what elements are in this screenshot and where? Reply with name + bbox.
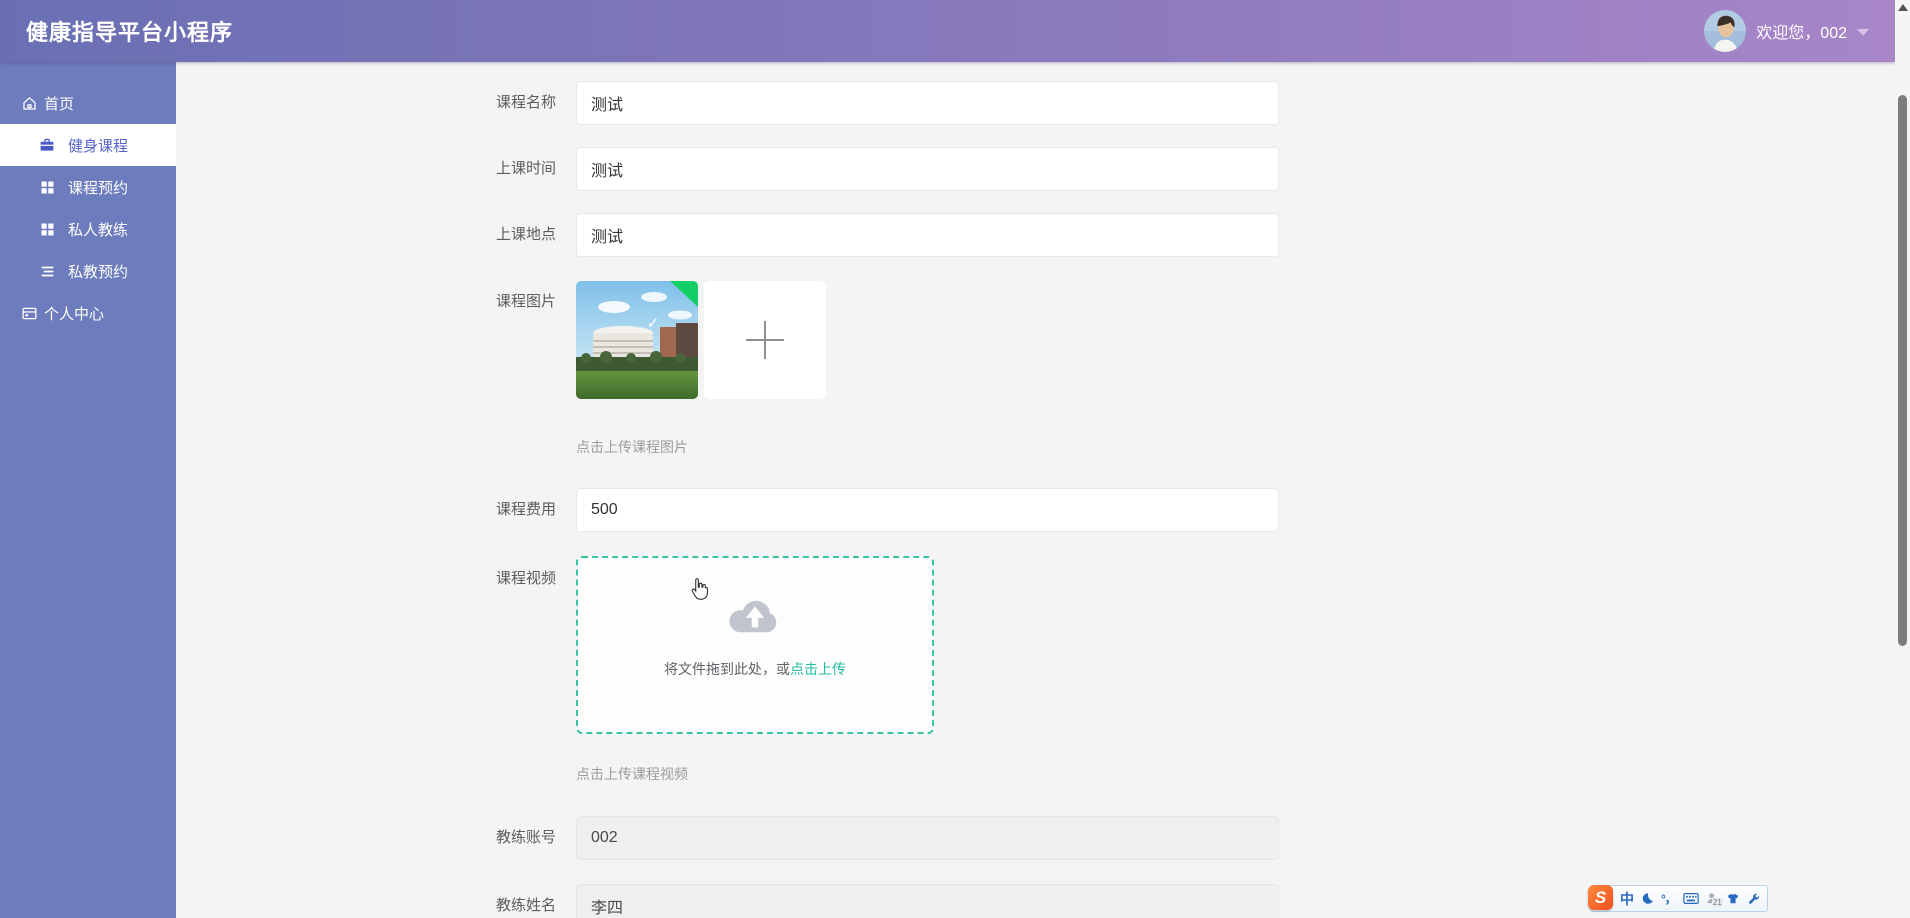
sidebar-item-label: 健身课程: [68, 137, 129, 155]
class-time-label: 上课时间: [495, 160, 556, 177]
sidebar-item-label: 个人中心: [44, 305, 105, 323]
list-icon: [38, 262, 56, 280]
sidebar-item-course-booking[interactable]: 课程预约: [0, 166, 176, 208]
coach-name-label: 教练姓名: [495, 897, 556, 914]
moon-icon[interactable]: [1641, 892, 1654, 905]
sidebar: 首页 健身课程 课程预约 私人教练 私教预约 个人中心: [0, 62, 176, 918]
course-image-thumbnail[interactable]: ✓: [576, 281, 698, 399]
settings-wrench-icon[interactable]: [1747, 892, 1760, 905]
vertical-scrollbar[interactable]: [1895, 0, 1910, 918]
add-image-button[interactable]: [704, 281, 826, 399]
coach-name-input: [576, 884, 1279, 918]
course-fee-input[interactable]: [576, 488, 1279, 532]
sidebar-item-label: 首页: [44, 95, 75, 113]
grid-icon: [38, 220, 56, 238]
click-upload-link[interactable]: 点击上传: [790, 661, 846, 677]
course-name-label: 课程名称: [495, 94, 556, 111]
user-menu[interactable]: 欢迎您，002: [1704, 10, 1869, 52]
sogou-logo-icon[interactable]: S: [1588, 885, 1613, 910]
course-video-label: 课程视频: [495, 570, 556, 587]
punctuation-icon[interactable]: °，: [1661, 890, 1677, 907]
home-icon: [20, 94, 38, 112]
sidebar-item-fitness-course[interactable]: 健身课程: [0, 124, 176, 166]
coach-account-input: [576, 816, 1279, 860]
ime-toolbar: S 中 °， 21: [1588, 885, 1768, 912]
sidebar-item-label: 课程预约: [68, 179, 129, 197]
sidebar-item-label: 私人教练: [68, 221, 129, 239]
coach-account-label: 教练账号: [495, 829, 556, 846]
check-icon: ✓: [646, 315, 660, 333]
app-title: 健康指导平台小程序: [26, 20, 234, 45]
keyboard-icon[interactable]: [1683, 892, 1699, 905]
chevron-down-icon[interactable]: [1857, 28, 1869, 36]
upload-success-badge: [670, 281, 698, 307]
course-video-hint: 点击上传课程视频: [576, 766, 688, 782]
avatar-photo: [1704, 10, 1747, 52]
welcome-text: 欢迎您，002: [1756, 25, 1847, 42]
avatar[interactable]: [1704, 10, 1747, 52]
suitcase-icon: [38, 136, 56, 154]
plus-icon: [746, 321, 784, 359]
sidebar-item-home[interactable]: 首页: [0, 82, 176, 124]
class-time-input[interactable]: [576, 147, 1279, 191]
sidebar-item-private-booking[interactable]: 私教预约: [0, 250, 176, 292]
user-count-badge: 21: [1711, 898, 1723, 907]
scroll-up-arrow-icon[interactable]: [1897, 4, 1908, 11]
course-fee-label: 课程费用: [495, 501, 556, 518]
video-upload-dropzone[interactable]: 将文件拖到此处，或点击上传: [576, 556, 934, 734]
class-place-label: 上课地点: [495, 226, 556, 243]
course-image-label: 课程图片: [495, 293, 556, 310]
upload-cloud-icon: [578, 592, 932, 643]
skin-icon[interactable]: [1726, 892, 1740, 905]
course-image-hint: 点击上传课程图片: [576, 439, 688, 455]
scrollbar-thumb[interactable]: [1898, 95, 1907, 646]
course-name-input[interactable]: [576, 81, 1279, 125]
dropzone-text: 将文件拖到此处，或: [664, 661, 790, 677]
grid-icon: [38, 178, 56, 196]
user-count-icon[interactable]: 21: [1706, 892, 1723, 907]
chinese-mode-icon[interactable]: 中: [1620, 889, 1634, 909]
sidebar-item-personal-trainer[interactable]: 私人教练: [0, 208, 176, 250]
course-edit-form: 课程名称 上课时间 上课地点 课程图片: [176, 62, 1895, 918]
sidebar-item-label: 私教预约: [68, 263, 129, 281]
app-header: 健康指导平台小程序 欢迎您，002: [0, 0, 1895, 62]
postcard-icon: [20, 304, 38, 322]
class-place-input[interactable]: [576, 213, 1279, 257]
sidebar-item-personal-center[interactable]: 个人中心: [0, 292, 176, 334]
